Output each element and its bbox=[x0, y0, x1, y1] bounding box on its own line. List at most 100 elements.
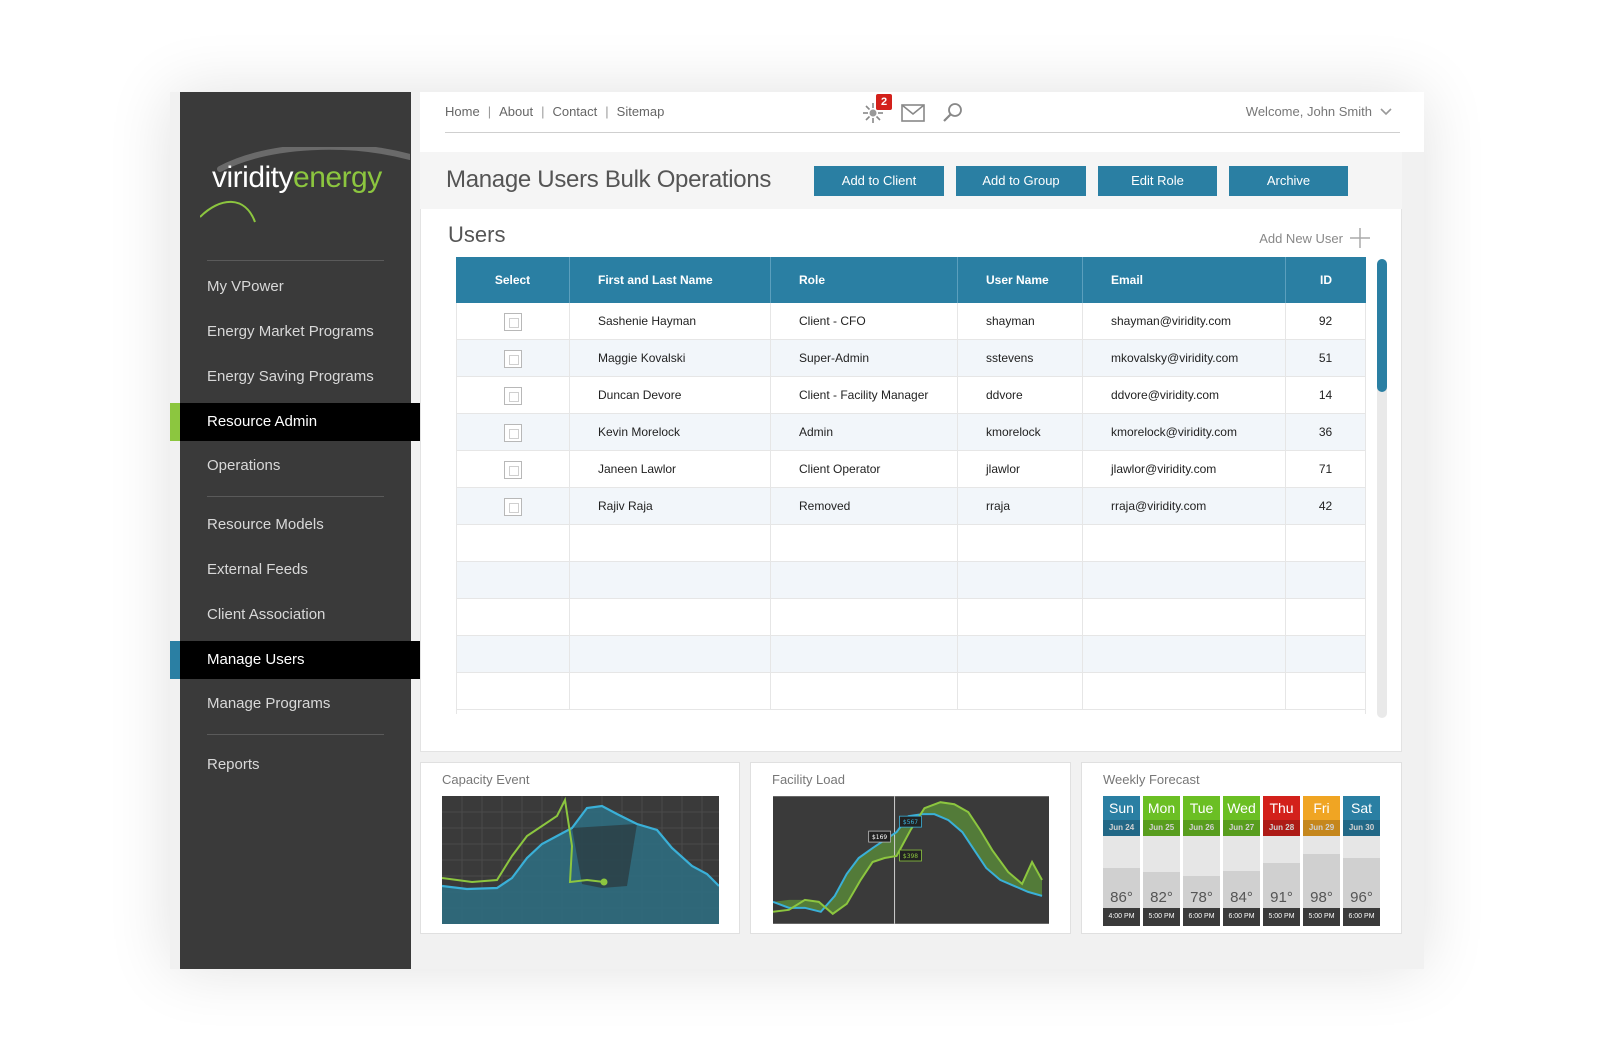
row-checkbox[interactable] bbox=[504, 460, 522, 479]
contact-link[interactable]: Contact bbox=[552, 104, 597, 119]
empty-cell bbox=[1083, 562, 1286, 599]
users-table: Select First and Last Name Role User Nam… bbox=[456, 257, 1366, 714]
column-header-username[interactable]: User Name bbox=[958, 257, 1083, 303]
table-header: Select First and Last Name Role User Nam… bbox=[456, 257, 1366, 303]
username-cell: ddvore bbox=[958, 377, 1083, 414]
add-new-user-button[interactable]: Add New User bbox=[1259, 227, 1371, 249]
table-row[interactable]: Duncan Devore Client - Facility Manager … bbox=[457, 377, 1365, 414]
forecast-days: Sun Jun 24 86° 4:00 PM Mon Jun 25 82° 5:… bbox=[1103, 796, 1381, 926]
empty-cell bbox=[457, 636, 570, 673]
row-checkbox[interactable] bbox=[504, 312, 522, 331]
row-checkbox[interactable] bbox=[504, 349, 522, 368]
forecast-day[interactable]: Wed Jun 27 84° 6:00 PM bbox=[1223, 796, 1260, 926]
sidebar: viridityenergy My VPower Energy Market P… bbox=[170, 92, 434, 969]
day-peak-time: 5:00 PM bbox=[1263, 908, 1300, 926]
empty-cell bbox=[958, 562, 1083, 599]
row-checkbox[interactable] bbox=[504, 497, 522, 516]
nav-divider bbox=[207, 496, 384, 497]
day-peak-time: 5:00 PM bbox=[1303, 908, 1340, 926]
empty-row bbox=[457, 525, 1365, 562]
sidebar-item-energy-market-programs[interactable]: Energy Market Programs bbox=[180, 313, 411, 351]
column-header-name[interactable]: First and Last Name bbox=[570, 257, 771, 303]
forecast-day[interactable]: Sat Jun 30 96° 6:00 PM bbox=[1343, 796, 1380, 926]
messages-button[interactable] bbox=[900, 100, 926, 126]
row-checkbox[interactable] bbox=[504, 423, 522, 442]
empty-row bbox=[457, 562, 1365, 599]
scrollbar-thumb[interactable] bbox=[1377, 259, 1387, 392]
table-row[interactable]: Kevin Morelock Admin kmorelock kmorelock… bbox=[457, 414, 1365, 451]
sidebar-item-resource-admin[interactable]: Resource Admin bbox=[170, 403, 432, 441]
table-row[interactable]: Rajiv Raja Removed rraja rraja@viridity.… bbox=[457, 488, 1365, 525]
search-button[interactable] bbox=[940, 100, 966, 126]
day-temperature-panel: 78° bbox=[1183, 836, 1220, 908]
id-cell: 71 bbox=[1318, 462, 1333, 476]
column-header-id[interactable]: ID bbox=[1286, 257, 1366, 303]
table-scrollbar[interactable] bbox=[1377, 259, 1387, 718]
add-to-client-button[interactable]: Add to Client bbox=[814, 166, 944, 196]
name-cell: Maggie Kovalski bbox=[570, 340, 771, 377]
day-date: Jun 24 bbox=[1103, 820, 1140, 836]
notifications-button[interactable]: 2 bbox=[860, 94, 892, 126]
day-peak-time: 4:00 PM bbox=[1103, 908, 1140, 926]
day-date: Jun 28 bbox=[1263, 820, 1300, 836]
column-header-role[interactable]: Role bbox=[771, 257, 958, 303]
archive-button[interactable]: Archive bbox=[1229, 166, 1348, 196]
sidebar-item-label: Resource Admin bbox=[207, 413, 318, 430]
sidebar-item-manage-programs[interactable]: Manage Programs bbox=[180, 685, 411, 723]
sidebar-item-manage-users[interactable]: Manage Users bbox=[170, 641, 434, 679]
brand-name-part: viridity bbox=[212, 161, 294, 194]
add-to-group-button[interactable]: Add to Group bbox=[956, 166, 1086, 196]
select-cell bbox=[457, 377, 570, 414]
role-cell: Super-Admin bbox=[771, 340, 958, 377]
sidebar-item-resource-models[interactable]: Resource Models bbox=[180, 506, 411, 544]
sidebar-item-external-feeds[interactable]: External Feeds bbox=[180, 551, 411, 589]
edit-role-button[interactable]: Edit Role bbox=[1098, 166, 1217, 196]
table-row[interactable]: Janeen Lawlor Client Operator jlawlor jl… bbox=[457, 451, 1365, 488]
column-header-email[interactable]: Email bbox=[1083, 257, 1286, 303]
mail-icon bbox=[901, 104, 925, 122]
add-new-user-label: Add New User bbox=[1259, 230, 1343, 246]
facility-tooltip-high: $567 bbox=[899, 815, 922, 828]
empty-cell bbox=[457, 562, 570, 599]
day-date: Jun 29 bbox=[1303, 820, 1340, 836]
forecast-day[interactable]: Fri Jun 29 98° 5:00 PM bbox=[1303, 796, 1340, 926]
forecast-day[interactable]: Thu Jun 28 91° 5:00 PM bbox=[1263, 796, 1300, 926]
day-date: Jun 26 bbox=[1183, 820, 1220, 836]
sitemap-link[interactable]: Sitemap bbox=[617, 104, 665, 119]
empty-cell bbox=[771, 525, 958, 562]
table-row[interactable]: Sashenie Hayman Client - CFO shayman sha… bbox=[457, 303, 1365, 340]
empty-cell bbox=[1083, 525, 1286, 562]
sidebar-item-reports[interactable]: Reports bbox=[180, 746, 411, 784]
row-checkbox[interactable] bbox=[504, 386, 522, 405]
column-header-select[interactable]: Select bbox=[456, 257, 570, 303]
day-peak-time: 6:00 PM bbox=[1223, 908, 1260, 926]
notification-badge: 2 bbox=[876, 94, 892, 110]
user-menu[interactable]: Welcome, John Smith bbox=[1246, 104, 1392, 119]
empty-cell bbox=[457, 599, 570, 636]
home-link[interactable]: Home bbox=[445, 104, 480, 119]
facility-tooltip-low: $169 bbox=[868, 830, 891, 843]
capacity-current-point bbox=[600, 878, 608, 886]
empty-cell bbox=[1286, 562, 1365, 599]
empty-row bbox=[457, 673, 1365, 710]
facility-tooltip-mid: $398 bbox=[899, 849, 922, 862]
about-link[interactable]: About bbox=[499, 104, 533, 119]
forecast-day[interactable]: Mon Jun 25 82° 5:00 PM bbox=[1143, 796, 1180, 926]
sidebar-item-client-association[interactable]: Client Association bbox=[180, 596, 411, 634]
forecast-day[interactable]: Tue Jun 26 78° 6:00 PM bbox=[1183, 796, 1220, 926]
email-cell: rraja@viridity.com bbox=[1083, 488, 1286, 525]
empty-cell bbox=[771, 673, 958, 710]
nav-divider bbox=[207, 734, 384, 735]
forecast-day[interactable]: Sun Jun 24 86° 4:00 PM bbox=[1103, 796, 1140, 926]
nav-divider bbox=[207, 260, 384, 261]
empty-cell bbox=[1286, 599, 1365, 636]
table-row[interactable]: Maggie Kovalski Super-Admin sstevens mko… bbox=[457, 340, 1365, 377]
empty-cell bbox=[457, 673, 570, 710]
day-temperature: 91° bbox=[1270, 889, 1293, 906]
empty-cell bbox=[570, 673, 771, 710]
sidebar-item-operations[interactable]: Operations bbox=[180, 447, 411, 485]
empty-cell bbox=[771, 599, 958, 636]
sidebar-item-my-vpower[interactable]: My VPower bbox=[180, 268, 411, 306]
day-temperature-panel: 84° bbox=[1223, 836, 1260, 908]
sidebar-item-energy-saving-programs[interactable]: Energy Saving Programs bbox=[180, 358, 411, 396]
